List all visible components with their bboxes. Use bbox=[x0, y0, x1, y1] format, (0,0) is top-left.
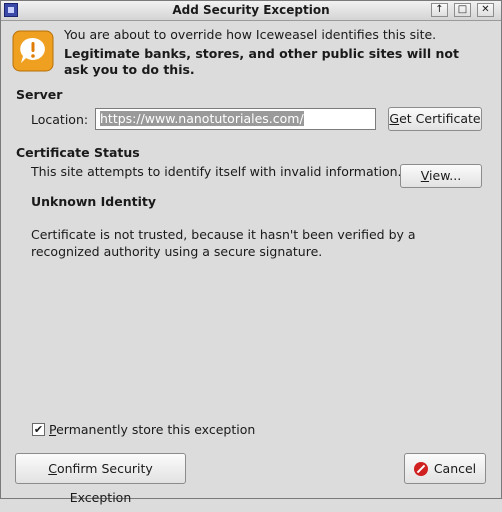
button-label: et Certificate bbox=[399, 111, 481, 126]
shade-button[interactable]: ↑ bbox=[431, 3, 448, 17]
cancel-icon bbox=[413, 462, 428, 476]
cancel-button[interactable]: Cancel bbox=[404, 453, 486, 484]
title-bar[interactable]: Add Security Exception ↑ □ ✕ bbox=[1, 1, 501, 21]
warning-icon bbox=[12, 30, 54, 72]
button-label: Cancel bbox=[433, 461, 477, 476]
permanent-store-checkbox[interactable]: ✔ bbox=[32, 423, 45, 436]
view-button[interactable]: View... bbox=[400, 164, 482, 188]
window-title: Add Security Exception bbox=[172, 3, 330, 17]
confirm-security-exception-button[interactable]: Confirm Security Exception bbox=[15, 453, 186, 505]
accel-key: C bbox=[48, 461, 57, 476]
server-heading: Server bbox=[16, 87, 63, 102]
identity-description: Certificate is not trusted, because it h… bbox=[31, 227, 416, 259]
location-input[interactable]: https://www.nanotutoriales.com/ bbox=[95, 108, 376, 130]
accel-key: V bbox=[420, 168, 430, 183]
location-value: https://www.nanotutoriales.com/ bbox=[100, 111, 304, 126]
accel-key: G bbox=[389, 111, 400, 126]
warning-message: Legitimate banks, stores, and other publ… bbox=[64, 46, 459, 77]
status-text: This site attempts to identify itself wi… bbox=[31, 164, 402, 179]
button-label: iew... bbox=[429, 168, 462, 183]
security-exception-dialog: Add Security Exception ↑ □ ✕ You are abo… bbox=[0, 0, 502, 505]
permanent-store-label[interactable]: Permanently store this exception bbox=[49, 422, 255, 437]
close-button[interactable]: ✕ bbox=[477, 3, 494, 17]
get-certificate-button[interactable]: Get Certificate bbox=[388, 107, 482, 131]
checkbox-label-text: ermanently store this exception bbox=[56, 422, 256, 437]
certificate-status-heading: Certificate Status bbox=[16, 145, 140, 160]
button-label: onfirm Security Exception bbox=[56, 461, 153, 505]
location-label: Location: bbox=[31, 112, 89, 127]
override-message: You are about to override how Iceweasel … bbox=[64, 27, 437, 42]
unknown-identity-heading: Unknown Identity bbox=[31, 194, 157, 209]
maximize-button[interactable]: □ bbox=[454, 3, 471, 17]
